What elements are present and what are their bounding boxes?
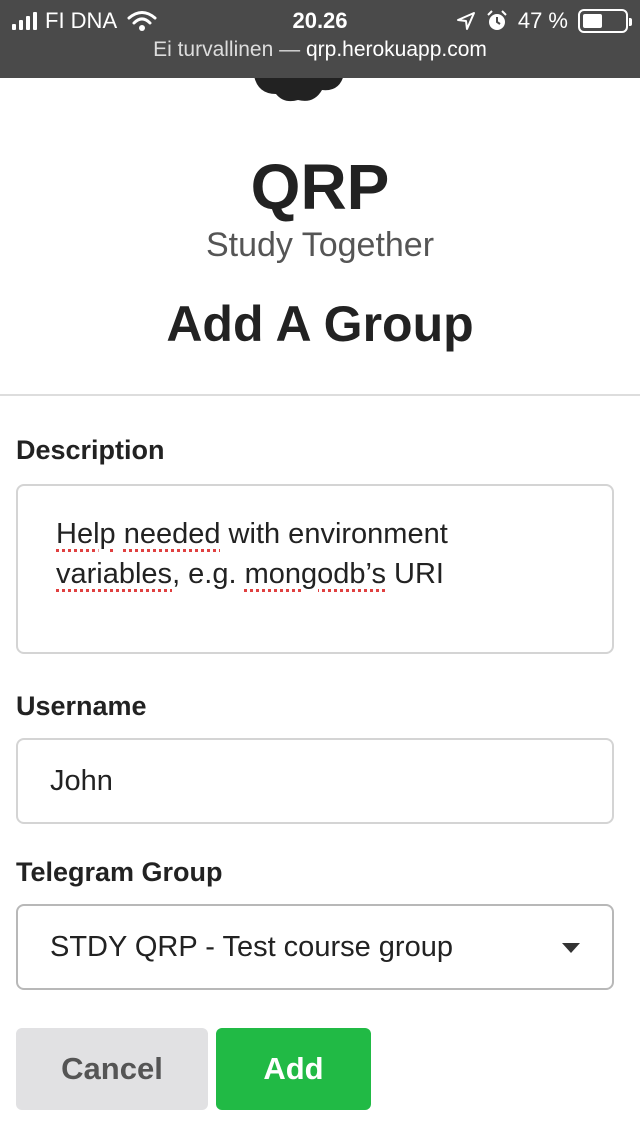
text-fragment: [116, 518, 124, 550]
telegram-group-selected: STDY QRP - Test course group: [50, 931, 453, 963]
username-label: Username: [16, 691, 147, 721]
text-fragment: with environment: [220, 518, 448, 550]
security-warning: Ei turvallinen —: [153, 38, 306, 61]
url-domain: qrp.herokuapp.com: [305, 38, 487, 61]
app-title: QRP: [250, 151, 390, 223]
header-divider: [0, 394, 640, 396]
text-fragment: , e.g.: [172, 558, 245, 590]
header: QRP Study Together Add A Group: [0, 150, 640, 354]
description-label: Description: [16, 435, 165, 465]
app-tagline: Study Together: [205, 226, 435, 264]
battery-percent: 47 %: [517, 8, 568, 33]
misspelled-word: needed: [123, 518, 221, 550]
telegram-group-label: Telegram Group: [16, 857, 223, 887]
add-button[interactable]: Add: [216, 1028, 371, 1110]
page: FI DNA 20.26 47 % Ei turvallinen — qrp.h…: [0, 0, 640, 1136]
misspelled-word: variables: [56, 558, 173, 590]
text-fragment: URI: [385, 558, 444, 590]
status-right: 47 %: [456, 8, 632, 34]
telegram-group-select[interactable]: STDY QRP - Test course group: [16, 904, 614, 990]
dropdown-caret-icon: [562, 943, 580, 953]
add-group-form: Description Help needed with environment…: [16, 432, 614, 990]
url-bar[interactable]: Ei turvallinen — qrp.herokuapp.com: [0, 38, 640, 62]
misspelled-word: Help: [56, 518, 116, 550]
username-input[interactable]: John: [16, 738, 614, 824]
battery-level-fill: [583, 14, 602, 28]
alarm-icon: [487, 10, 507, 30]
location-arrow-icon: [456, 12, 475, 30]
misspelled-word: mongodb’s: [244, 558, 386, 590]
description-textarea[interactable]: Help needed with environment variables, …: [16, 484, 614, 654]
battery-icon: [578, 9, 632, 33]
page-title: Add A Group: [166, 296, 474, 352]
cancel-button[interactable]: Cancel: [16, 1028, 208, 1110]
form-actions: Cancel Add: [16, 1028, 371, 1110]
status-row: FI DNA 20.26 47 %: [0, 4, 640, 38]
status-bar: FI DNA 20.26 47 % Ei turvallinen — qrp.h…: [0, 0, 640, 78]
